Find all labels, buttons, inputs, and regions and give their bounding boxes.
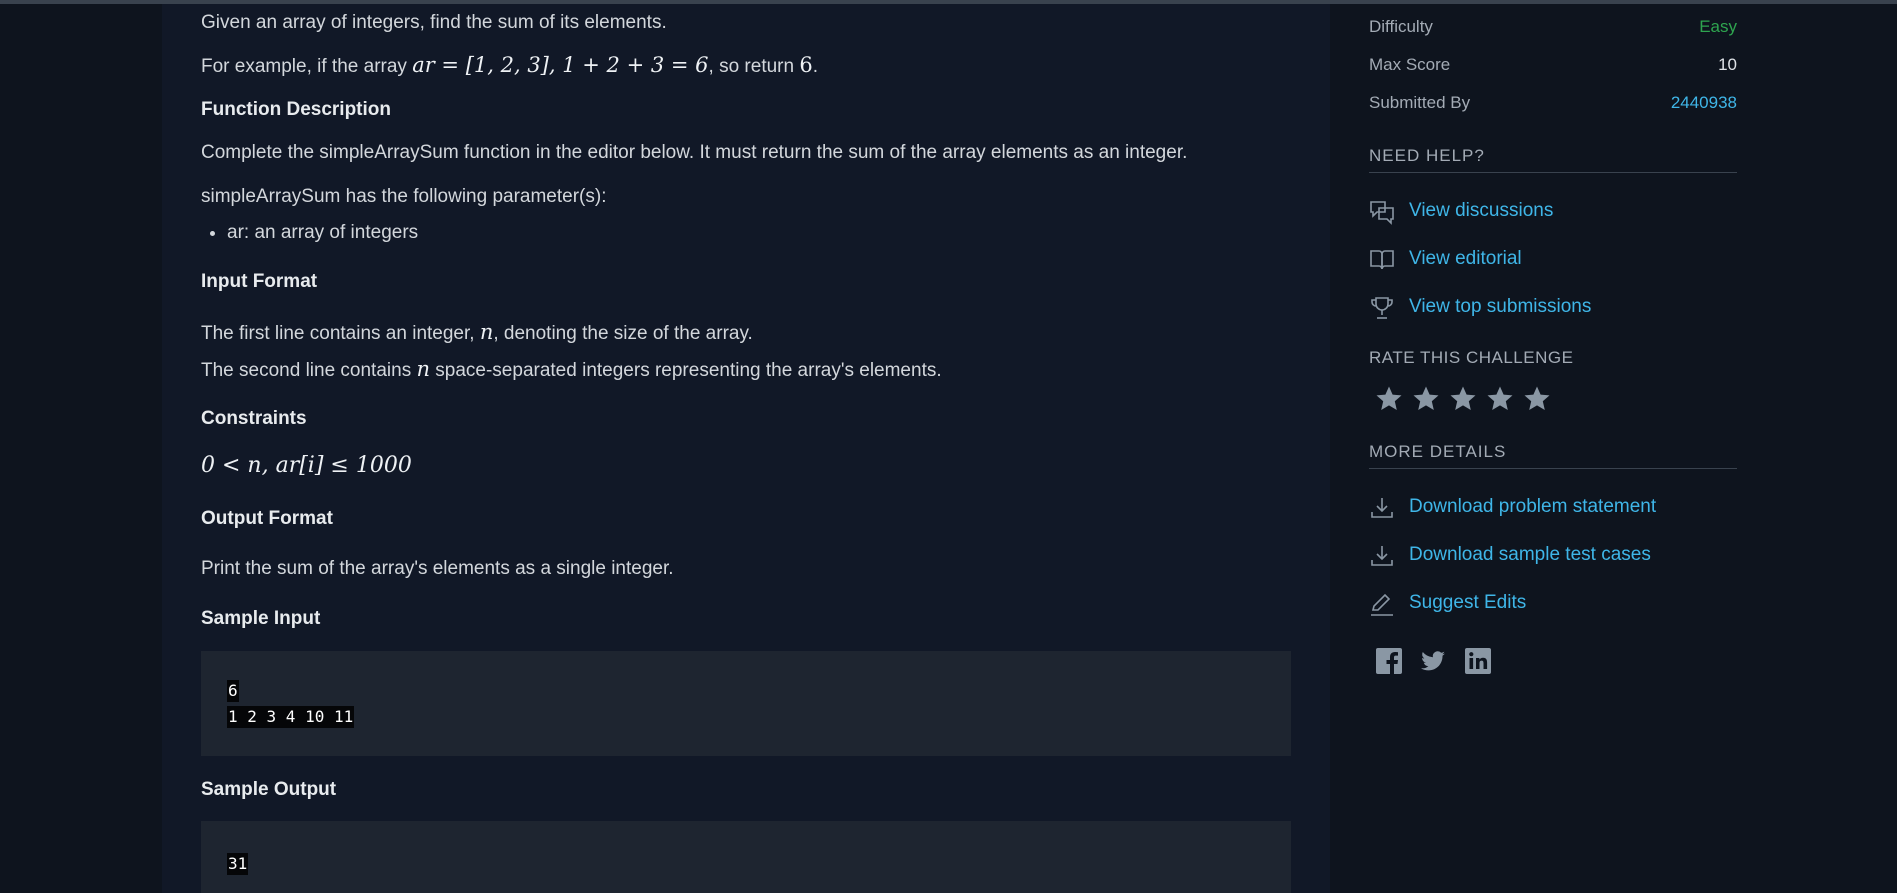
- view-discussions-link[interactable]: View discussions: [1369, 197, 1737, 227]
- max-score-row: Max Score 10: [1369, 55, 1737, 81]
- params-list: ar: an array of integers: [201, 220, 418, 246]
- view-top-submissions-label: View top submissions: [1409, 296, 1592, 317]
- download-icon: [1369, 543, 1395, 569]
- suggest-edits-label: Suggest Edits: [1409, 592, 1527, 613]
- example-math: ar = [1, 2, 3], 1 + 2 + 3 = 6: [412, 53, 709, 77]
- sample-input-line: 1 2 3 4 10 11: [227, 706, 355, 728]
- constraints-heading: Constraints: [201, 408, 307, 429]
- input-format-line2: The second line contains n space-separat…: [201, 356, 942, 384]
- rate-challenge-title: RATE THIS CHALLENGE: [1369, 348, 1574, 367]
- input-line2-var: n: [416, 357, 430, 381]
- submitted-by-row: Submitted By 2440938: [1369, 93, 1737, 119]
- problem-intro: Given an array of integers, find the sum…: [201, 12, 667, 33]
- star-icon[interactable]: [1523, 385, 1551, 413]
- more-details-title: MORE DETAILS: [1369, 442, 1737, 469]
- input-line1-prefix: The first line contains an integer,: [201, 323, 480, 344]
- param-item: ar: an array of integers: [227, 220, 418, 246]
- max-score-value: 10: [1718, 55, 1737, 74]
- rating-stars: [1375, 385, 1575, 415]
- difficulty-value: Easy: [1699, 17, 1737, 36]
- download-icon: [1369, 495, 1395, 521]
- function-description-heading: Function Description: [201, 99, 391, 120]
- output-format-heading: Output Format: [201, 508, 333, 529]
- discussion-icon: [1369, 199, 1395, 225]
- need-help-title: NEED HELP?: [1369, 146, 1737, 173]
- trophy-icon: [1369, 295, 1395, 321]
- example-mid: , so return: [708, 56, 800, 77]
- example-suffix: .: [812, 56, 818, 77]
- sample-input-heading: Sample Input: [201, 608, 321, 629]
- view-editorial-label: View editorial: [1409, 248, 1522, 269]
- sample-output-line: 31: [227, 853, 249, 875]
- input-format-line1: The first line contains an integer, n, d…: [201, 319, 753, 347]
- view-discussions-label: View discussions: [1409, 200, 1554, 221]
- view-editorial-link[interactable]: View editorial: [1369, 245, 1737, 275]
- social-share: [1375, 647, 1525, 677]
- difficulty-label: Difficulty: [1369, 17, 1433, 36]
- input-line2-suffix: space-separated integers representing th…: [430, 360, 942, 381]
- submitted-by-link[interactable]: 2440938: [1671, 93, 1737, 113]
- output-format: Print the sum of the array's elements as…: [201, 558, 674, 579]
- params-intro: simpleArraySum has the following paramet…: [201, 186, 607, 207]
- constraints: 0 < n, ar[i] ≤ 1000: [201, 453, 412, 480]
- difficulty-row: Difficulty Easy: [1369, 17, 1737, 43]
- function-description: Complete the simpleArraySum function in …: [201, 142, 1188, 163]
- suggest-edits-link[interactable]: Suggest Edits: [1369, 589, 1737, 619]
- edit-icon: [1369, 591, 1395, 617]
- max-score-label: Max Score: [1369, 55, 1451, 74]
- book-icon: [1369, 247, 1395, 273]
- problem-panel: Given an array of integers, find the sum…: [162, 4, 1330, 893]
- star-icon[interactable]: [1375, 385, 1403, 413]
- problem-example: For example, if the array ar = [1, 2, 3]…: [201, 52, 818, 80]
- sample-input-block: 6 1 2 3 4 10 11: [201, 651, 1291, 756]
- input-line2-prefix: The second line contains: [201, 360, 417, 381]
- star-icon[interactable]: [1412, 385, 1440, 413]
- download-sample-test-cases-label: Download sample test cases: [1409, 544, 1651, 565]
- example-result: 6: [799, 53, 813, 77]
- star-icon[interactable]: [1449, 385, 1477, 413]
- download-problem-statement-label: Download problem statement: [1409, 496, 1657, 517]
- download-sample-test-cases-link[interactable]: Download sample test cases: [1369, 541, 1737, 571]
- facebook-icon[interactable]: [1375, 647, 1403, 675]
- submitted-by-label: Submitted By: [1369, 93, 1471, 112]
- linkedin-icon[interactable]: [1464, 647, 1492, 675]
- sample-output-heading: Sample Output: [201, 779, 337, 800]
- star-icon[interactable]: [1486, 385, 1514, 413]
- input-line1-var: n: [479, 320, 494, 344]
- twitter-icon[interactable]: [1419, 647, 1447, 675]
- view-top-submissions-link[interactable]: View top submissions: [1369, 293, 1737, 323]
- sample-output-block: 31: [201, 821, 1291, 893]
- constraints-math: 0 < n, ar[i] ≤ 1000: [201, 453, 412, 478]
- download-problem-statement-link[interactable]: Download problem statement: [1369, 493, 1737, 523]
- input-line1-suffix: , denoting the size of the array.: [493, 323, 753, 344]
- sample-input-line: 6: [227, 680, 239, 702]
- example-prefix: For example, if the array: [201, 56, 413, 77]
- input-format-heading: Input Format: [201, 271, 318, 292]
